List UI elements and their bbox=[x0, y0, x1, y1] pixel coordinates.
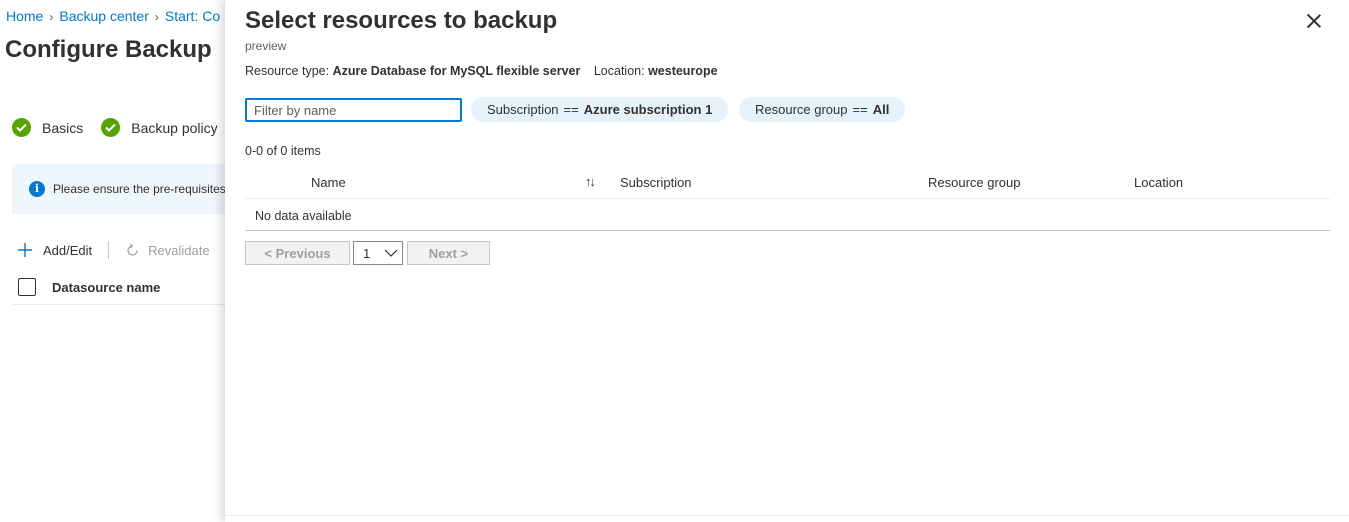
chevron-down-icon bbox=[384, 249, 398, 257]
step-label: Backup policy bbox=[131, 119, 218, 136]
blade-footer-divider bbox=[225, 515, 1349, 516]
info-icon: i bbox=[29, 181, 45, 197]
select-resources-blade: Select resources to backup preview Resou… bbox=[225, 0, 1349, 522]
revalidate-label: Revalidate bbox=[148, 242, 210, 258]
next-page-button[interactable]: Next > bbox=[407, 241, 490, 265]
filter-by-name-input[interactable] bbox=[245, 98, 462, 122]
pill-operator: == bbox=[852, 102, 868, 117]
pill-value: All bbox=[872, 102, 890, 117]
location-value: westeurope bbox=[648, 64, 718, 78]
blade-subtitle: preview bbox=[245, 39, 287, 53]
column-subscription[interactable]: Subscription bbox=[620, 175, 692, 190]
pill-value: Azure subscription 1 bbox=[583, 102, 713, 117]
resource-type-label: Resource type: bbox=[245, 64, 330, 78]
sort-icon[interactable]: ↑↓ bbox=[585, 174, 596, 189]
datasource-table-header: Datasource name bbox=[18, 278, 160, 296]
blade-title: Select resources to backup bbox=[245, 7, 558, 34]
column-name[interactable]: Name bbox=[311, 175, 346, 190]
item-count: 0-0 of 0 items bbox=[245, 144, 321, 158]
step-basics[interactable]: Basics bbox=[12, 118, 83, 137]
location-label: Location: bbox=[593, 64, 645, 78]
resource-group-filter-pill[interactable]: Resource group == All bbox=[739, 97, 906, 122]
checkmark-icon bbox=[12, 118, 31, 137]
empty-state-text: No data available bbox=[255, 209, 352, 223]
page-title: Configure Backup bbox=[5, 36, 212, 63]
resource-meta: Resource type: Azure Database for MySQL … bbox=[245, 64, 718, 78]
revalidate-button[interactable]: Revalidate bbox=[125, 242, 210, 258]
pill-key: Resource group bbox=[755, 102, 848, 117]
add-edit-label: Add/Edit bbox=[43, 242, 93, 258]
breadcrumb-home[interactable]: Home bbox=[6, 8, 43, 24]
resource-type-value: Azure Database for MySQL flexible server bbox=[332, 64, 581, 78]
step-label: Basics bbox=[42, 119, 84, 136]
grid-divider bbox=[245, 230, 1330, 231]
breadcrumb: Home › Backup center › Start: Co bbox=[6, 8, 220, 24]
info-text: Please ensure the pre-requisites bbox=[53, 182, 226, 196]
add-edit-button[interactable]: Add/Edit bbox=[18, 243, 92, 258]
column-location[interactable]: Location bbox=[1134, 175, 1183, 190]
column-resource-group[interactable]: Resource group bbox=[928, 175, 1021, 190]
close-icon[interactable] bbox=[1307, 14, 1321, 28]
pill-key: Subscription bbox=[487, 102, 559, 117]
chevron-right-icon: › bbox=[154, 10, 159, 24]
subscription-filter-pill[interactable]: Subscription == Azure subscription 1 bbox=[471, 97, 729, 122]
pager: < Previous 1 Next > bbox=[245, 241, 490, 265]
breadcrumb-start[interactable]: Start: Co bbox=[165, 8, 220, 24]
resource-grid-header: Name ↑↓ Subscription Resource group Loca… bbox=[245, 166, 1330, 199]
plus-icon bbox=[18, 243, 32, 257]
step-backup-policy[interactable]: Backup policy bbox=[101, 118, 218, 137]
chevron-right-icon: › bbox=[49, 10, 54, 24]
command-bar: Add/Edit Revalidate bbox=[18, 241, 210, 259]
select-all-checkbox[interactable] bbox=[18, 278, 36, 296]
page-select[interactable]: 1 bbox=[353, 241, 403, 265]
column-datasource-name[interactable]: Datasource name bbox=[52, 280, 160, 295]
breadcrumb-backup-center[interactable]: Backup center bbox=[59, 8, 149, 24]
page-number: 1 bbox=[363, 245, 371, 261]
command-separator bbox=[108, 241, 110, 259]
previous-page-button[interactable]: < Previous bbox=[245, 241, 350, 265]
checkmark-icon bbox=[101, 118, 121, 137]
refresh-icon bbox=[127, 243, 138, 256]
wizard-steps: Basics Backup policy bbox=[12, 118, 236, 137]
pill-operator: == bbox=[563, 102, 579, 117]
